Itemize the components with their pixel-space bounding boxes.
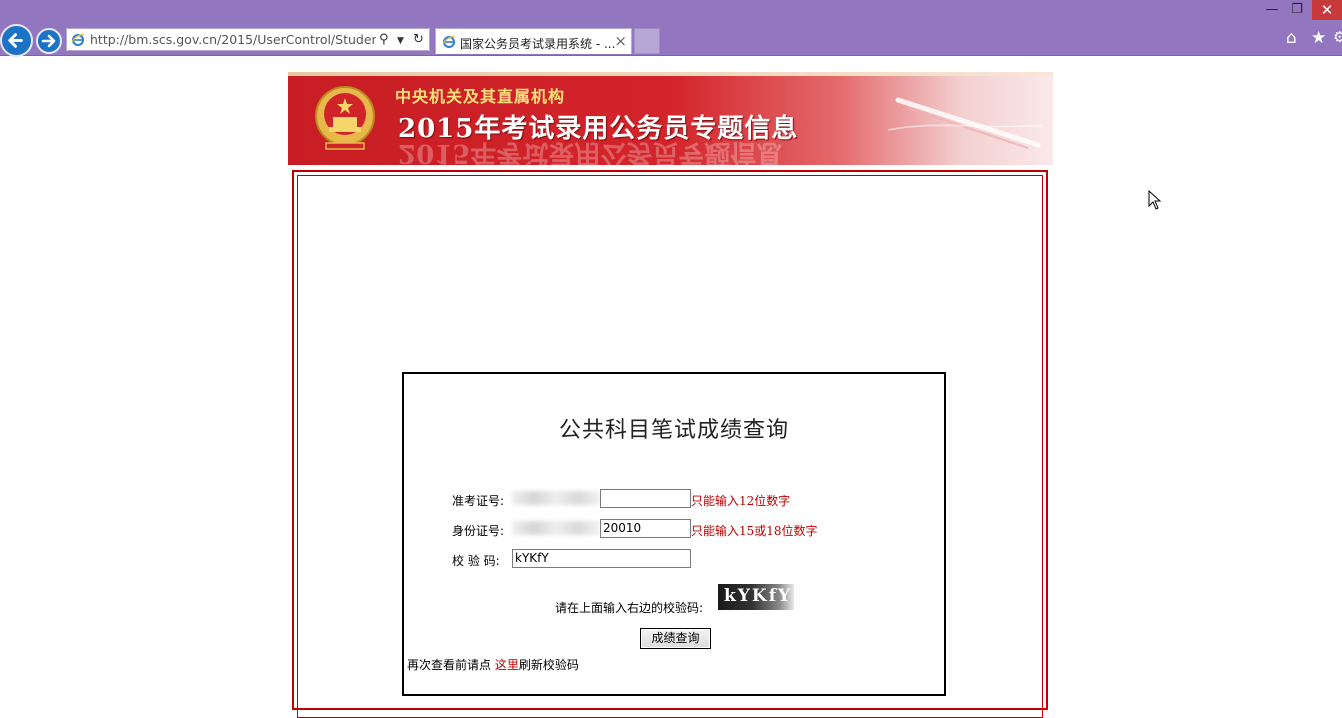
- captcha-label: 校 验 码:: [452, 554, 500, 568]
- score-query-panel: 公共科目笔试成绩查询 准考证号: 只能输入12位数字 身份证号: 20010 只…: [402, 372, 946, 696]
- id-card-redacted: [512, 521, 600, 535]
- tab-title: 国家公务员考试录用系统 - ...: [460, 37, 616, 51]
- refresh-prefix: 再次查看前请点: [407, 658, 495, 672]
- id-card-input[interactable]: 20010: [600, 519, 691, 538]
- close-tab-icon[interactable]: ×: [614, 32, 627, 50]
- header-banner: 中央机关及其直属机构 2015年考试录用公务员专题信息 2015年考试录用公务员…: [288, 72, 1053, 165]
- id-card-label: 身份证号:: [452, 524, 505, 538]
- browser-chrome: — ❐ ✕ http://bm.scs.gov.cn/2015/UserCont…: [0, 0, 1342, 57]
- id-card-hint: 只能输入15或18位数字: [691, 524, 818, 538]
- close-window-button[interactable]: ✕: [1312, 0, 1342, 20]
- banner-subtitle: 中央机关及其直属机构: [395, 87, 566, 106]
- refresh-captcha-link[interactable]: 这里: [495, 658, 519, 672]
- tab-active[interactable]: 国家公务员考试录用系统 - ... ×: [435, 28, 632, 54]
- ie-logo-icon: [442, 36, 456, 48]
- restore-button[interactable]: ❐: [1286, 0, 1308, 20]
- minimize-button[interactable]: —: [1262, 0, 1282, 20]
- exam-id-hint: 只能输入12位数字: [691, 494, 791, 508]
- url-text: http://bm.scs.gov.cn/2015/UserControl/St…: [90, 32, 376, 47]
- address-bar[interactable]: http://bm.scs.gov.cn/2015/UserControl/St…: [66, 28, 430, 51]
- captcha-prompt: 请在上面输入右边的校验码:: [555, 601, 704, 615]
- home-icon[interactable]: ⌂: [1286, 28, 1297, 48]
- mouse-cursor-icon: [1148, 190, 1162, 210]
- refresh-captcha-note: 再次查看前请点 这里刷新校验码: [407, 656, 579, 673]
- pen-decoration-icon: [887, 97, 1044, 149]
- captcha-image[interactable]: kYKfY: [718, 584, 794, 610]
- national-emblem-icon: [315, 86, 375, 150]
- page-title: 公共科目笔试成绩查询: [558, 418, 789, 443]
- refresh-icon[interactable]: ↻: [413, 32, 424, 47]
- new-tab-button[interactable]: [634, 28, 660, 54]
- exam-id-input[interactable]: [600, 489, 691, 508]
- favorites-icon[interactable]: ★: [1311, 28, 1326, 48]
- settings-icon[interactable]: ⚙: [1333, 28, 1342, 46]
- forward-button[interactable]: [36, 28, 62, 54]
- refresh-suffix: 刷新校验码: [518, 658, 579, 672]
- exam-id-redacted: [512, 491, 600, 505]
- exam-id-label: 准考证号:: [452, 494, 505, 508]
- arrow-right-icon: [41, 34, 56, 48]
- captcha-input[interactable]: kYKfY: [512, 549, 691, 568]
- chevron-down-icon[interactable]: ▼: [397, 36, 404, 46]
- captcha-image-text: kYKfY: [724, 586, 793, 606]
- banner-top-stripe: [288, 72, 1053, 76]
- arrow-left-icon: [8, 33, 23, 48]
- back-button[interactable]: [0, 24, 33, 57]
- score-query-button[interactable]: 成绩查询: [640, 628, 711, 649]
- ie-logo-icon: [71, 34, 85, 46]
- banner-title-reflection: 2015年考试录用公务员专题信息: [398, 138, 783, 165]
- search-icon[interactable]: ⚲: [379, 32, 389, 47]
